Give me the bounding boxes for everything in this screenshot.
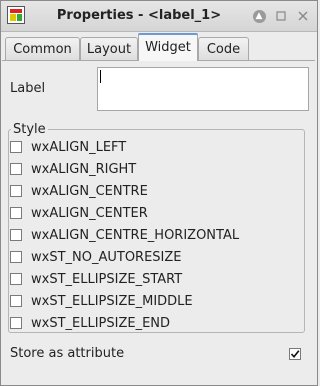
checkbox[interactable] bbox=[10, 229, 22, 241]
tab-widget[interactable]: Widget bbox=[138, 33, 198, 61]
label-caption: Label bbox=[10, 81, 46, 96]
checkbox[interactable] bbox=[10, 317, 22, 329]
widget-panel: Label Style wxALIGN_LEFT wxALIGN_RIGHT w… bbox=[2, 60, 315, 381]
checkbox[interactable] bbox=[10, 273, 22, 285]
style-option-align-left[interactable]: wxALIGN_LEFT bbox=[10, 138, 126, 156]
checkbox[interactable] bbox=[10, 185, 22, 197]
style-option-ellipsize-middle[interactable]: wxST_ELLIPSIZE_MIDDLE bbox=[10, 292, 193, 310]
properties-window: Properties - <label_1> ▲ Common Layout W… bbox=[0, 0, 318, 386]
store-as-attribute-label: Store as attribute bbox=[10, 346, 125, 361]
label-input[interactable] bbox=[97, 67, 309, 111]
window-title: Properties - <label_1> bbox=[56, 8, 222, 23]
tab-code[interactable]: Code bbox=[198, 37, 249, 60]
maximize-button[interactable] bbox=[273, 8, 289, 24]
app-icon bbox=[7, 6, 25, 24]
text-caret bbox=[100, 70, 101, 83]
checkbox[interactable] bbox=[10, 141, 22, 153]
tab-common[interactable]: Common bbox=[5, 37, 80, 60]
maximize-icon bbox=[276, 11, 286, 21]
style-option-no-autoresize[interactable]: wxST_NO_AUTORESIZE bbox=[10, 248, 182, 266]
style-option-align-centre[interactable]: wxALIGN_CENTRE bbox=[10, 182, 148, 200]
checkbox[interactable] bbox=[10, 295, 22, 307]
style-option-align-right[interactable]: wxALIGN_RIGHT bbox=[10, 160, 136, 178]
style-group-title: Style bbox=[11, 122, 48, 137]
close-icon bbox=[298, 11, 308, 21]
shade-button[interactable]: ▲ bbox=[251, 8, 267, 24]
style-option-ellipsize-end[interactable]: wxST_ELLIPSIZE_END bbox=[10, 314, 170, 332]
style-option-align-centre-horizontal[interactable]: wxALIGN_CENTRE_HORIZONTAL bbox=[10, 226, 239, 244]
checkbox[interactable] bbox=[10, 251, 22, 263]
checkbox[interactable] bbox=[10, 163, 22, 175]
style-option-align-center[interactable]: wxALIGN_CENTER bbox=[10, 204, 148, 222]
store-as-attribute-checkbox[interactable] bbox=[289, 348, 301, 360]
close-button[interactable] bbox=[295, 8, 311, 24]
checkmark-icon bbox=[290, 350, 300, 359]
style-option-ellipsize-start[interactable]: wxST_ELLIPSIZE_START bbox=[10, 270, 182, 288]
arrow-up-icon: ▲ bbox=[252, 9, 266, 23]
tab-bar: Common Layout Widget Code bbox=[1, 32, 317, 61]
checkbox[interactable] bbox=[10, 207, 22, 219]
title-bar[interactable]: Properties - <label_1> ▲ bbox=[1, 1, 317, 32]
tab-layout[interactable]: Layout bbox=[80, 37, 138, 60]
